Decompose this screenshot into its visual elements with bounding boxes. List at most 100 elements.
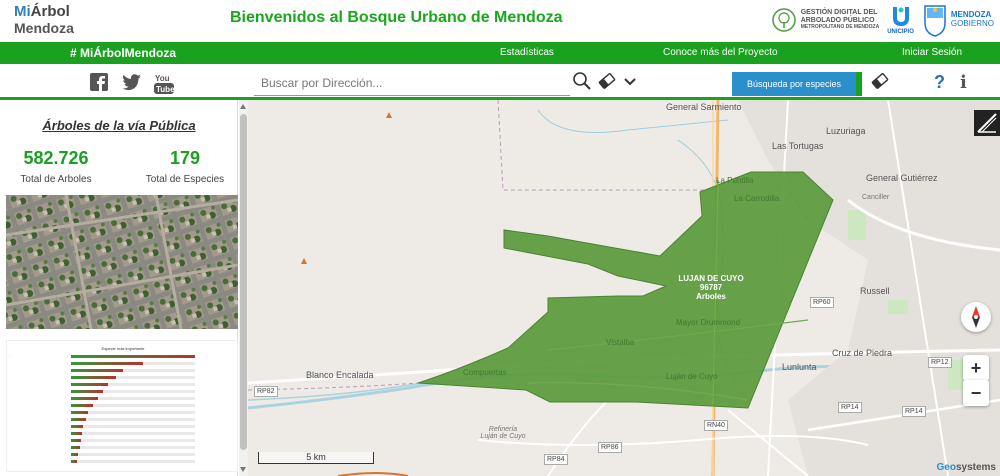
twitter-icon[interactable] [122,73,142,91]
map-label: General Sarmiento [666,102,742,112]
compass-icon[interactable] [961,302,991,332]
minichart-row [7,396,239,401]
map-label: Refinería Luján de Cuyo [480,426,526,440]
unicipio-label: UNICIPIO [887,29,914,35]
minichart-row [7,424,239,429]
measure-tool-icon[interactable] [974,110,1000,136]
total-species-label: Total de Especies [145,174,225,185]
top-nav: # MiÁrbolMendoza Estadísticas Conoce más… [0,42,1000,64]
info-icon[interactable]: i [960,72,967,93]
facebook-icon[interactable] [90,73,108,91]
zoom-in-button[interactable]: + [963,355,989,381]
minichart-row [7,431,239,436]
minichart-title: Especie más importante [101,346,145,351]
minichart-row [7,452,239,457]
geo-prefix: Geo [936,462,956,473]
map-view[interactable]: General Sarmiento Luzuriaga Las Tortugas… [248,100,1000,476]
logo-city: Mendoza [14,20,74,36]
route-marker: RP14 [902,406,926,417]
map-label: Blanco Encalada [306,370,374,380]
map-label: Cruz de Piedra [832,348,893,358]
app-window: MiÁrbol Mendoza Bienvenidos al Bosque Ur… [0,0,1000,476]
total-trees-stat: 582.726 Total de Arboles [16,148,96,185]
nav-estadisticas[interactable]: Estadísticas [500,47,554,58]
route-marker: RP14 [838,402,862,413]
scale-bar: 5 km [258,452,374,464]
route-marker: RP86 [598,442,622,453]
sidebar-title: Árboles de la vía Pública [42,118,196,133]
species-search-button[interactable]: Búsqueda por especies [732,72,862,96]
minichart-row [7,361,239,366]
map-label: Luzuriaga [826,126,866,136]
map-label: La Carrodilla [734,194,780,203]
scroll-thumb[interactable] [240,114,247,450]
search-input[interactable] [254,72,570,94]
scroll-down-arrow[interactable] [240,467,246,472]
minichart-row [7,382,239,387]
gestion-line3: METROPOLITANO DE MENDOZA [800,24,880,31]
route-marker: RN40 [704,420,728,431]
svg-text:Tube: Tube [156,85,174,94]
map-label: Mayor Drummond [676,318,741,327]
mendoza-line2: GOBIERNO [950,19,994,28]
eraser-icon[interactable] [597,71,617,91]
map-label: Lunlunta [782,362,817,372]
map-label: General Gutiérrez [866,173,938,183]
polygon-unit: Arboles [696,292,726,302]
map-label: Vistalba [606,338,635,347]
sidebar: Árboles de la vía Pública 582.726 Total … [0,100,238,476]
route-marker: RP12 [928,357,952,368]
minichart-row [7,445,239,450]
address-search [254,72,570,96]
minichart-row [7,438,239,443]
geo-suffix: systems [955,462,996,473]
page-title: Bienvenidos al Bosque Urbano de Mendoza [230,9,563,26]
map-label: La Puntilla [716,176,754,185]
minichart-row [7,375,239,380]
minichart-row [7,368,239,373]
chevron-down-icon[interactable] [624,78,636,86]
total-species-stat: 179 Total de Especies [140,148,230,185]
nav-iniciar-sesion[interactable]: Iniciar Sesión [902,47,962,58]
logo-mi: Mi [14,3,31,20]
route-marker: RP60 [810,297,834,308]
total-species-value: 179 [169,148,201,168]
aerial-image [6,195,238,329]
scroll-up-arrow[interactable] [240,104,246,109]
minichart-row: .. [9,354,208,358]
sidebar-scrollbar[interactable] [239,100,248,476]
gestion-digital-logo: GESTIÓN DIGITAL DEL ARBOLADO PÚBLICO MET… [771,8,880,32]
gestion-line1: GESTIÓN DIGITAL DEL [800,9,878,17]
map-label: Compuertas [463,368,507,377]
nav-brand[interactable]: # MiÁrbolMendoza [70,46,176,60]
route-marker: RP82 [254,386,278,397]
unicipio-u-icon [892,7,909,26]
minichart-row [7,389,239,394]
minichart-row [7,410,239,415]
species-minichart: Especie más importante .. [6,340,238,472]
tree-circle-icon [771,8,796,32]
polygon-name: LUJAN DE CUYO [678,274,744,283]
minichart-row [7,403,239,408]
eraser-icon-2[interactable] [870,71,890,91]
header: MiÁrbol Mendoza Bienvenidos al Bosque Ur… [0,0,1000,42]
mendoza-gobierno-logo: MENDOZA GOBIERNO [922,3,994,37]
mendoza-shield-icon [924,5,946,37]
minichart-row [7,417,239,422]
collapse-sidebar-icon[interactable]: ‹ [248,270,249,286]
map-label: Las Tortugas [772,141,824,151]
zoom-out-button[interactable]: − [963,380,989,406]
total-trees-label: Total de Arboles [20,174,92,185]
svg-text:You: You [155,74,170,83]
logo-arbol: Árbol [30,3,70,20]
route-marker: RP84 [544,454,568,465]
logo[interactable]: MiÁrbol Mendoza [14,4,74,35]
minichart-row [7,459,239,464]
map-label: Canciller [862,194,890,201]
nav-conoce-proyecto[interactable]: Conoce más del Proyecto [663,47,778,58]
help-icon[interactable]: ? [934,72,945,93]
search-icon[interactable] [572,71,592,91]
youtube-icon[interactable]: You Tube [154,73,174,95]
polygon-label: LUJAN DE CUYO 96787 Arboles [666,274,756,302]
total-trees-value: 582.726 [23,148,89,168]
